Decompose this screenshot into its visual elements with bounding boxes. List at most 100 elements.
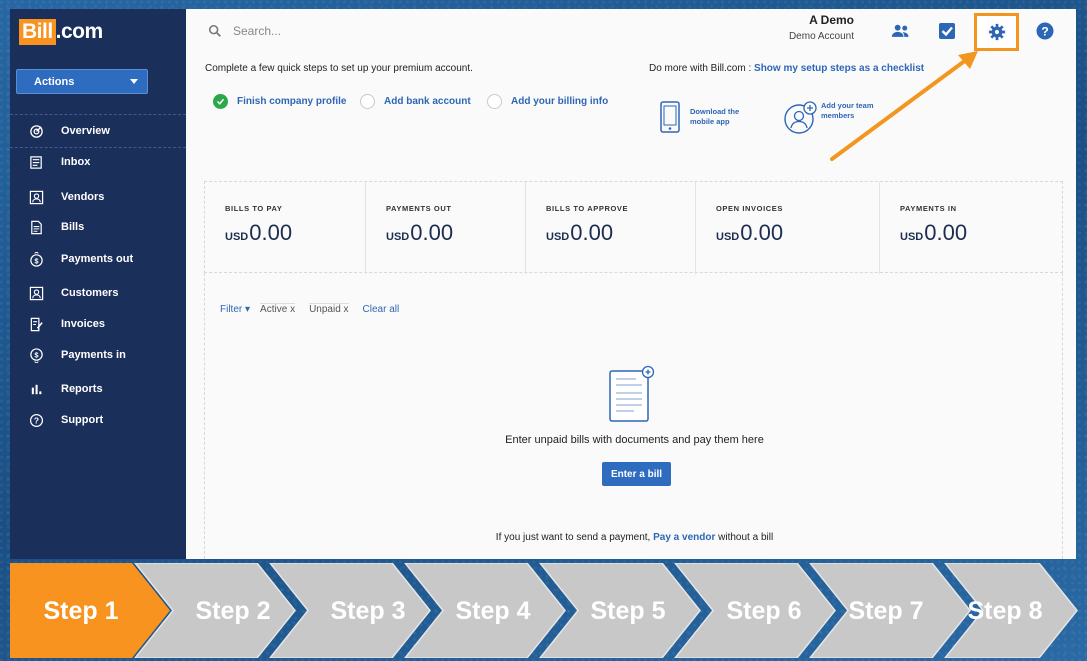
stat-amount: 0.00 [410, 220, 454, 245]
step-label-4: Step 4 [455, 597, 530, 625]
sidebar-item-support[interactable]: ? Support [10, 408, 186, 432]
pay-vendor-link[interactable]: Pay a vendor [653, 532, 715, 543]
mobile-phone-icon [660, 101, 680, 133]
team-button[interactable] [888, 21, 914, 41]
filter-bar: Filter ▾ Active x Unpaid x Clear all [220, 303, 399, 315]
inbox-icon [28, 154, 44, 170]
do-more-prefix: Do more with Bill.com : [649, 63, 755, 74]
empty-state-message: Enter unpaid bills with documents and pa… [505, 434, 764, 446]
setup-step-label: Add your billing info [511, 96, 609, 107]
stat-currency: USD [716, 231, 740, 243]
chip-label: Active [260, 304, 288, 315]
vendors-icon [28, 189, 44, 205]
people-icon [891, 24, 909, 37]
stat-label: BILLS TO APPROVE [546, 204, 629, 213]
stat-amount: 0.00 [740, 220, 784, 245]
nav-divider [10, 147, 186, 148]
stat-amount: 0.00 [249, 220, 293, 245]
document-add-icon [609, 365, 655, 422]
help-icon: ? [1036, 22, 1054, 40]
promo-mobile-line2: mobile app [690, 117, 730, 126]
chip-close-icon[interactable]: x [290, 304, 295, 315]
search-bar[interactable]: Search... [208, 24, 281, 38]
setup-step-billing-info[interactable]: Add your billing info [487, 94, 608, 109]
stat-currency: USD [900, 231, 924, 243]
stat-label: BILLS TO PAY [225, 204, 283, 213]
stat-open-invoices[interactable]: OPEN INVOICES USD 0.00 [695, 182, 879, 274]
sidebar-item-label: Overview [61, 125, 110, 137]
sidebar-item-bills[interactable]: Bills [10, 215, 186, 239]
sidebar-item-inbox[interactable]: Inbox [10, 150, 186, 174]
setup-step-company-profile[interactable]: Finish company profile [213, 94, 346, 109]
enter-bill-button[interactable]: Enter a bill [602, 462, 671, 486]
filter-dropdown[interactable]: Filter ▾ [220, 304, 250, 315]
step-label-3: Step 3 [330, 597, 405, 625]
check-circle-icon [213, 94, 228, 109]
stat-amount: 0.00 [924, 220, 968, 245]
stat-value: USD 0.00 [225, 220, 292, 246]
stat-currency: USD [386, 231, 410, 243]
stat-payments-in[interactable]: PAYMENTS IN USD 0.00 [879, 182, 1063, 274]
stat-value: USD 0.00 [716, 220, 783, 246]
gear-icon [988, 23, 1005, 41]
bills-icon [28, 219, 44, 235]
checkbox-icon [939, 23, 955, 39]
sidebar-item-reports[interactable]: Reports [10, 377, 186, 401]
sidebar-item-label: Support [61, 414, 104, 426]
setup-step-label: Add bank account [384, 96, 471, 107]
invoices-icon [28, 316, 44, 332]
sidebar-item-vendors[interactable]: Vendors [10, 185, 186, 209]
sidebar-item-overview[interactable]: Overview [10, 119, 186, 143]
step-label-2: Step 2 [195, 597, 270, 625]
sidebar-item-customers[interactable]: Customers [10, 281, 186, 305]
customers-icon [28, 285, 44, 301]
sidebar-item-payments-out[interactable]: $ Payments out [10, 247, 186, 271]
app-window: Bill.com Actions Overview Inbox Vendors [10, 9, 1076, 559]
stat-value: USD 0.00 [546, 220, 613, 246]
steps-progress-bar: Step 1 Step 2 Step 3 Step 4 Step 5 Step 6 Step… [10, 563, 1078, 658]
sidebar-item-label: Bills [61, 221, 85, 233]
search-input[interactable]: Search... [233, 24, 281, 38]
empty-circle-icon [360, 94, 375, 109]
approvals-button[interactable] [934, 21, 960, 41]
chip-close-icon[interactable]: x [344, 304, 349, 315]
stat-currency: USD [225, 231, 249, 243]
payments-in-icon: $ [28, 347, 44, 363]
sidebar-item-label: Vendors [61, 191, 105, 203]
chip-label: Unpaid [309, 304, 341, 315]
user-name: A Demo [809, 13, 854, 27]
add-team-icon [784, 101, 817, 134]
actions-button[interactable]: Actions [16, 69, 148, 94]
support-icon: ? [28, 412, 44, 428]
setup-step-bank-account[interactable]: Add bank account [360, 94, 471, 109]
help-button[interactable]: ? [1032, 21, 1058, 41]
stat-payments-out[interactable]: PAYMENTS OUT USD 0.00 [365, 182, 525, 274]
overview-icon [28, 123, 44, 139]
sidebar-item-label: Payments in [61, 349, 126, 361]
settings-button[interactable] [974, 13, 1019, 51]
user-account-menu[interactable]: A Demo Demo Account [746, 13, 854, 42]
logo[interactable]: Bill .com [19, 19, 103, 45]
stat-bills-to-pay[interactable]: BILLS TO PAY USD 0.00 [205, 182, 365, 274]
callout-arrow [830, 51, 978, 161]
stat-label: OPEN INVOICES [716, 204, 783, 213]
download-mobile-app[interactable]: Download the mobile app [659, 101, 739, 133]
sidebar-item-label: Reports [61, 383, 103, 395]
sidebar-item-payments-in[interactable]: $ Payments in [10, 343, 186, 367]
promo-mobile-line1: Download the [690, 107, 740, 116]
sidebar-item-label: Invoices [61, 318, 106, 330]
payments-out-icon: $ [28, 251, 44, 267]
stat-currency: USD [546, 231, 570, 243]
nav-divider [10, 114, 186, 115]
filter-chip-unpaid[interactable]: Unpaid x [309, 303, 349, 315]
stat-label: PAYMENTS OUT [386, 204, 452, 213]
pay-prefix: If you just want to send a payment, [495, 532, 654, 543]
account-name: Demo Account [788, 31, 854, 42]
svg-text:$: $ [34, 256, 39, 265]
stat-bills-to-approve[interactable]: BILLS TO APPROVE USD 0.00 [525, 182, 695, 274]
caret-down-icon [130, 79, 138, 84]
clear-all-link[interactable]: Clear all [363, 304, 400, 315]
filter-chip-active[interactable]: Active x [260, 303, 296, 315]
sidebar-item-invoices[interactable]: Invoices [10, 312, 186, 336]
step-label-7: Step 7 [848, 597, 923, 625]
